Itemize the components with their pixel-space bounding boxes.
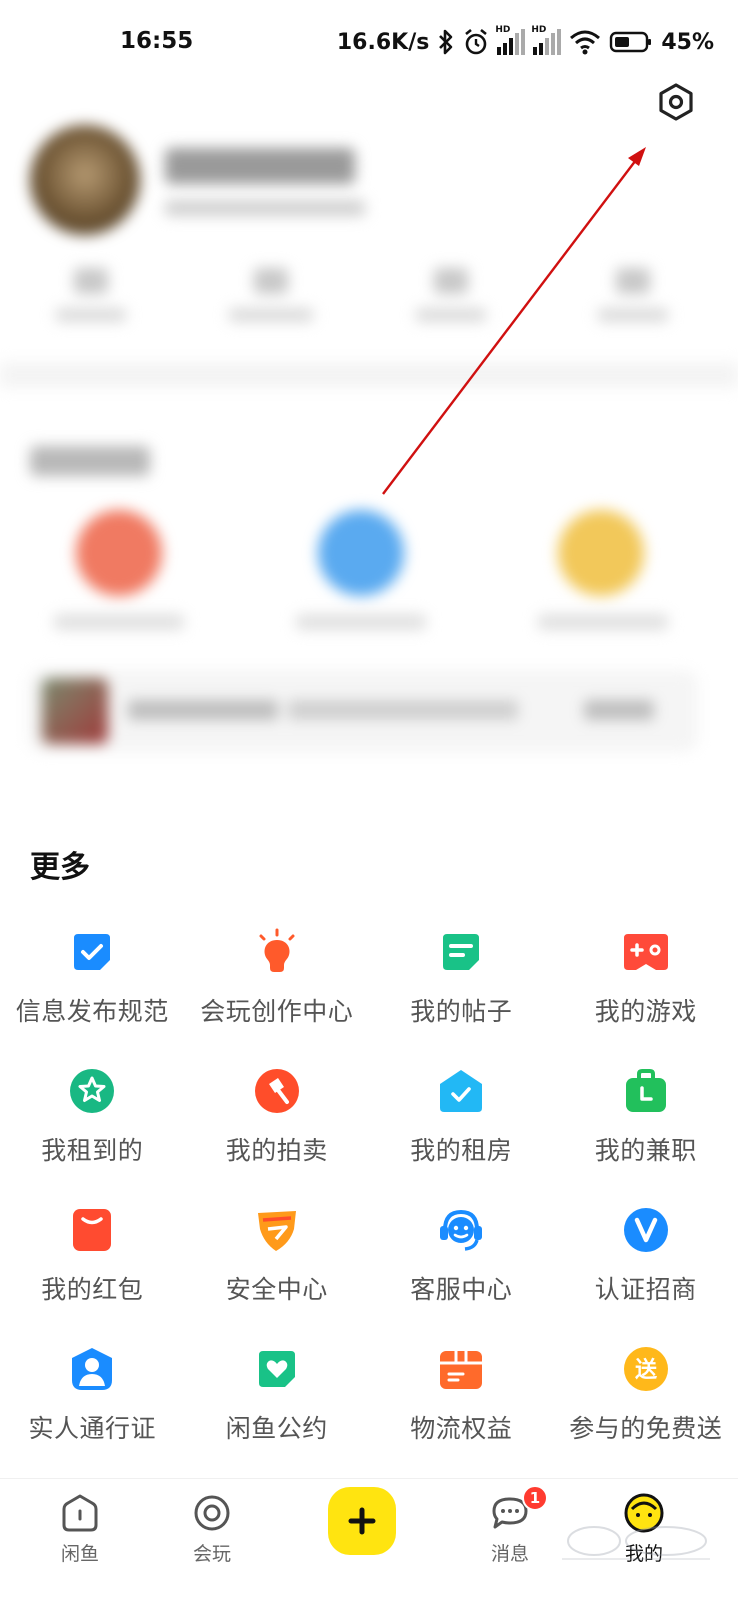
- quick-entry-yellow[interactable]: [558, 510, 644, 596]
- signal-1-icon: HD: [495, 25, 526, 55]
- watermark-logo: [562, 1526, 710, 1560]
- verified-v-icon: [622, 1206, 670, 1254]
- menu-item-auction[interactable]: 我的拍卖: [185, 1067, 370, 1206]
- briefcase-icon: [622, 1067, 670, 1115]
- signal-2-icon: HD: [531, 25, 562, 55]
- quick-entry-label: [296, 614, 426, 630]
- menu-item-part-time[interactable]: 我的兼职: [554, 1067, 738, 1206]
- shield-icon: [253, 1206, 301, 1254]
- bottom-nav: 闲鱼 会玩 消息 1 我的: [0, 1478, 738, 1600]
- alarm-icon: [465, 28, 488, 55]
- house-icon: [437, 1067, 485, 1115]
- menu-item-free-giveaway[interactable]: 送 参与的免费送: [554, 1345, 738, 1484]
- wifi-icon: [570, 30, 601, 55]
- more-grid: 信息发布规范 会玩创作中心 我的帖子 我的游戏 我租到的 我的拍卖 我的租房 我…: [0, 928, 738, 1484]
- stat-item[interactable]: [588, 268, 678, 338]
- gavel-icon: [253, 1067, 301, 1115]
- menu-item-red-packet[interactable]: 我的红包: [0, 1206, 185, 1345]
- stat-item[interactable]: [406, 268, 496, 338]
- quick-entry-label: [54, 614, 184, 630]
- menu-item-real-person-pass[interactable]: 实人通行证: [0, 1345, 185, 1484]
- network-speed: 16.6K/s: [336, 29, 430, 55]
- more-section-title: 更多: [30, 850, 90, 885]
- lightbulb-icon: [253, 928, 301, 976]
- divider-band: [0, 362, 738, 388]
- post-icon: [437, 928, 485, 976]
- star-badge-icon: [68, 1067, 116, 1115]
- quick-entry-label: [538, 614, 668, 630]
- quick-entry-blue[interactable]: [318, 510, 404, 596]
- red-packet-icon: [68, 1206, 116, 1254]
- status-time: 16:55: [120, 28, 194, 54]
- bluetooth-icon: [439, 29, 453, 55]
- svg-text:送: 送: [635, 1357, 657, 1383]
- headset-icon: [437, 1206, 485, 1254]
- stat-item[interactable]: [226, 268, 316, 338]
- nav-item-play[interactable]: 会玩: [162, 1491, 262, 1566]
- menu-item-rental-housing[interactable]: 我的租房: [369, 1067, 554, 1206]
- section-title-blurred: [30, 446, 150, 476]
- publish-button[interactable]: [328, 1487, 396, 1555]
- menu-item-rented[interactable]: 我租到的: [0, 1067, 185, 1206]
- stat-item[interactable]: [46, 268, 136, 338]
- profile-subtitle-blurred: [165, 200, 365, 216]
- heart-doc-icon: [253, 1345, 301, 1393]
- nickname-blurred: [165, 148, 355, 184]
- person-badge-icon: [68, 1345, 116, 1393]
- circle-target-icon: [194, 1495, 230, 1531]
- menu-item-logistics[interactable]: 物流权益: [369, 1345, 554, 1484]
- battery-percent: 45%: [661, 29, 714, 55]
- menu-item-customer-service[interactable]: 客服中心: [369, 1206, 554, 1345]
- settings-button[interactable]: [654, 80, 698, 124]
- gift-send-icon: 送: [622, 1345, 670, 1393]
- nav-item-home[interactable]: 闲鱼: [30, 1491, 130, 1566]
- quick-entry-red[interactable]: [76, 510, 162, 596]
- plus-icon: [348, 1507, 376, 1535]
- promo-banner-blurred[interactable]: [28, 670, 698, 752]
- menu-item-security-center[interactable]: 安全中心: [185, 1206, 370, 1345]
- menu-item-publish-rules[interactable]: 信息发布规范: [0, 928, 185, 1067]
- message-badge: 1: [522, 1485, 548, 1511]
- avatar[interactable]: [30, 125, 140, 235]
- battery-icon: [610, 31, 652, 53]
- menu-item-my-posts[interactable]: 我的帖子: [369, 928, 554, 1067]
- menu-item-my-games[interactable]: 我的游戏: [554, 928, 738, 1067]
- status-right: 16.6K/s HD HD 45%: [336, 25, 714, 58]
- package-icon: [437, 1345, 485, 1393]
- menu-item-certification[interactable]: 认证招商: [554, 1206, 738, 1345]
- menu-item-creator-center[interactable]: 会玩创作中心: [185, 928, 370, 1067]
- menu-item-convention[interactable]: 闲鱼公约: [185, 1345, 370, 1484]
- status-bar: 16:55 16.6K/s HD HD 45%: [0, 0, 738, 86]
- home-icon: [62, 1494, 98, 1532]
- settings-hex-icon: [659, 83, 693, 121]
- check-square-icon: [68, 928, 116, 976]
- gamepad-icon: [622, 928, 670, 976]
